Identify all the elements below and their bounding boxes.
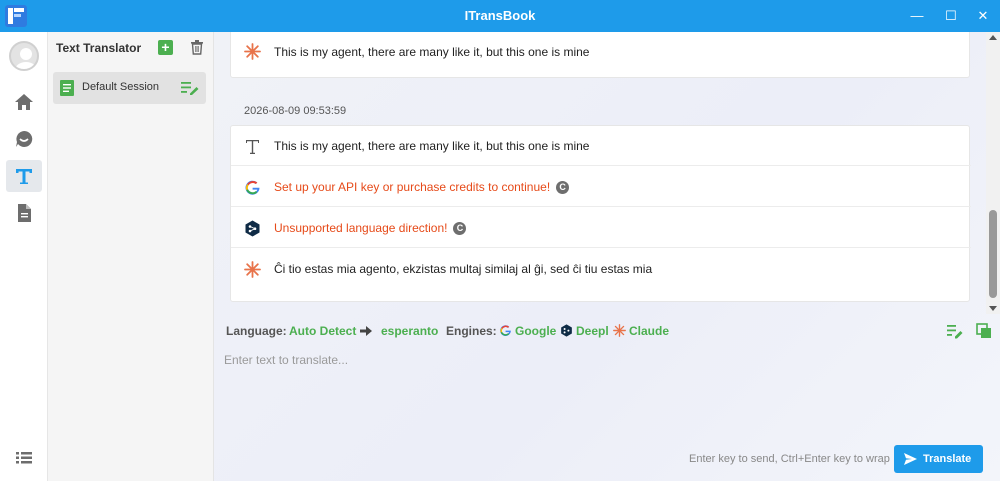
add-session-button[interactable]: +	[158, 40, 173, 55]
nav-document[interactable]	[6, 197, 42, 229]
nav-chat[interactable]	[6, 123, 42, 155]
text-translator-icon	[16, 169, 32, 184]
scroll-thumb[interactable]	[989, 210, 997, 298]
window-title: ITransBook	[464, 8, 536, 23]
nav-home[interactable]	[6, 86, 42, 118]
message-card: This is my agent, there are many like it…	[230, 125, 971, 302]
engine-claude[interactable]: Claude	[629, 324, 669, 338]
source-row: This is my agent, there are many like it…	[231, 126, 971, 166]
nav-text-translator[interactable]	[6, 160, 42, 192]
scroll-down-arrow[interactable]	[989, 306, 997, 311]
source-language[interactable]: Auto Detect	[289, 324, 356, 338]
retry-icon[interactable]: C	[556, 181, 570, 195]
google-icon	[500, 325, 511, 337]
google-icon	[245, 180, 260, 195]
edit-list-icon[interactable]	[947, 323, 963, 339]
engine-google[interactable]: Google	[515, 324, 556, 338]
claude-icon	[244, 261, 261, 278]
deepl-icon	[561, 324, 572, 337]
retry-icon[interactable]: C	[453, 222, 467, 236]
document-icon	[18, 204, 31, 222]
translate-button-label: Translate	[923, 453, 972, 465]
deepl-result-row: Unsupported language direction! C	[231, 208, 971, 248]
language-label: Language:	[226, 324, 287, 338]
target-language[interactable]: esperanto	[381, 324, 438, 338]
user-icon	[15, 48, 37, 69]
translate-button[interactable]: Translate	[894, 445, 983, 473]
list-icon	[16, 452, 32, 464]
title-bar: ITransBook — ☐ ✕	[0, 0, 1000, 32]
deepl-error-text: Unsupported language direction!	[274, 221, 448, 235]
home-icon	[15, 94, 33, 110]
chat-scrollbar[interactable]	[986, 32, 1000, 314]
main-area: This is my agent, there are many like it…	[214, 32, 1000, 481]
input-area: Enter key to send, Ctrl+Enter key to wra…	[214, 346, 1000, 481]
engines-label: Engines:	[446, 324, 497, 338]
message-text: This is my agent, there are many like it…	[274, 45, 590, 59]
message-card: This is my agent, there are many like it…	[230, 32, 970, 78]
message-timestamp: 2026-08-09 09:53:59	[244, 105, 347, 117]
google-error: Set up your API key or purchase credits …	[274, 180, 570, 195]
claude-icon	[613, 324, 626, 337]
copy-window-icon[interactable]	[976, 323, 992, 339]
session-doc-icon	[60, 80, 74, 96]
session-label: Default Session	[82, 81, 160, 93]
deepl-error: Unsupported language direction! C	[274, 221, 467, 236]
scroll-up-arrow[interactable]	[989, 35, 997, 40]
close-button[interactable]: ✕	[960, 0, 1000, 32]
panel-title: Text Translator	[56, 41, 142, 55]
language-engine-bar: Language: Auto Detect esperanto Engines:…	[214, 316, 1000, 346]
claude-translation: Ĉi tio estas mia agento, ekzistas multaj…	[274, 262, 653, 276]
arrow-right-icon	[360, 326, 372, 336]
rename-session-icon[interactable]	[181, 81, 199, 95]
claude-icon	[244, 43, 261, 60]
chat-history: This is my agent, there are many like it…	[214, 32, 986, 314]
chat-icon	[16, 130, 33, 147]
translate-input[interactable]	[222, 351, 992, 431]
session-item[interactable]: Default Session	[53, 72, 206, 104]
session-panel: Text Translator + Default Session	[48, 32, 214, 481]
nav-list[interactable]	[6, 442, 42, 474]
source-text-icon	[246, 140, 259, 154]
engine-deepl[interactable]: Deepl	[576, 324, 609, 338]
delete-session-icon[interactable]	[189, 39, 205, 55]
deepl-icon	[245, 220, 260, 237]
source-text: This is my agent, there are many like it…	[274, 139, 590, 153]
avatar[interactable]	[9, 41, 39, 71]
google-result-row: Set up your API key or purchase credits …	[231, 167, 971, 207]
send-icon	[904, 453, 917, 465]
google-error-text: Set up your API key or purchase credits …	[274, 180, 551, 194]
claude-result-row: Ĉi tio estas mia agento, ekzistas multaj…	[231, 249, 971, 302]
input-hint: Enter key to send, Ctrl+Enter key to wra…	[689, 453, 890, 465]
nav-rail	[0, 32, 48, 481]
message-row: This is my agent, there are many like it…	[231, 32, 971, 77]
